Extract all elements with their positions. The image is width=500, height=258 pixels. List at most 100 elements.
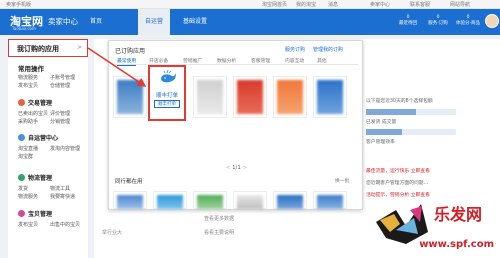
tab-other[interactable]: 其他	[317, 57, 327, 64]
app-tile[interactable]	[273, 191, 307, 209]
common-ops-title: 常用操作	[18, 65, 44, 73]
sidebar-row: 淘宝直播 发淘内容管理	[18, 145, 88, 152]
tab-most-used[interactable]: 最常使用	[117, 57, 137, 66]
progress-bar	[366, 129, 456, 135]
featured-app-button[interactable]: 顺丰打单	[154, 100, 180, 108]
watermark-url: www.spf.com	[419, 239, 494, 250]
sidebar-row: 物流服务 子账号管理	[18, 74, 88, 81]
taobao-logo-sub: Taobao.com	[12, 26, 36, 31]
mobile-seller-link[interactable]: 卖家手机版	[6, 1, 31, 8]
sidebar-row: 发布宝贝 出售中的宝贝	[18, 221, 88, 228]
whale-icon	[161, 70, 176, 83]
tab-content[interactable]: 内容互动	[285, 57, 304, 64]
right-panel-line: 已发货 成交量	[366, 120, 397, 125]
nav-tab-home[interactable]: 首页	[84, 9, 108, 35]
nav-tab-self-operation[interactable]: 自运营	[138, 9, 170, 35]
header-bar: 淘宝网 Taobao.com 卖家中心 首页 自运营 基础设置 0 最近待回 0服…	[0, 9, 500, 35]
app-tile[interactable]	[273, 76, 307, 118]
tab-data-analysis[interactable]: 数据分析	[217, 57, 236, 64]
sidebar-item[interactable]: 物流服务	[18, 193, 50, 200]
section-logistics[interactable]: 物流管理	[28, 173, 52, 182]
manage-subscriptions-link[interactable]: 管理我的订购	[313, 46, 343, 53]
avatar[interactable]	[485, 14, 499, 28]
app-tile[interactable]	[313, 191, 347, 209]
right-panel-line: 客户管理效率	[366, 140, 395, 145]
sidebar-item[interactable]: 物流工具	[50, 185, 82, 192]
sidebar-item[interactable]: 采购助手	[18, 118, 50, 125]
right-promo-line: 您近期客户管理方面的问题...	[366, 181, 429, 186]
stat-experience[interactable]: 0 体验分·商品	[455, 15, 481, 27]
peers-use-title: 同行都在用	[115, 179, 143, 185]
app-tile[interactable]	[193, 76, 227, 118]
logistics-icon	[18, 174, 25, 181]
app-tile[interactable]	[233, 76, 267, 118]
view-more-data-text[interactable]: 查看更多数据	[204, 215, 234, 222]
industry-text: 举行业大	[102, 230, 123, 236]
service-order-link[interactable]: 服务订购	[285, 46, 305, 53]
popup-title: 已订购应用	[115, 48, 146, 55]
sidebar-row: 已卖出的宝贝 评价管理	[18, 110, 88, 117]
stat-service[interactable]: 0 服务·订购	[425, 15, 451, 27]
progress-bar	[366, 109, 456, 115]
my-subscribed-apps-button[interactable]: 我订购的应用 >	[8, 39, 88, 57]
app-tile[interactable]	[113, 191, 147, 209]
sidebar-row: 发货 物流工具	[18, 185, 88, 192]
tab-customer-service[interactable]: 客服管理	[251, 57, 270, 64]
prev-page-icon[interactable]: <	[226, 165, 231, 171]
goods-icon	[18, 210, 25, 217]
nav-tab-basic-settings[interactable]: 基础设置	[176, 9, 214, 35]
sidebar-item[interactable]: 发布宝贝	[18, 221, 50, 228]
next-page-icon[interactable]: >	[243, 165, 248, 171]
subscribed-apps-popup: 已订购应用 服务订购 管理我的订购 最常使用 开店必备 营销推广 数据分析 客服…	[108, 40, 363, 210]
sidebar-item[interactable]: 淘宝群	[18, 153, 50, 160]
section-self-operation[interactable]: 自运营中心	[28, 133, 58, 142]
refresh-batch-link[interactable]: 换一批	[335, 177, 349, 184]
sidebar-row: 发布宝贝 仓储管理	[18, 82, 88, 89]
sidebar-row: 采购助手 分销管理	[18, 118, 88, 125]
site-nav-link[interactable]: 网站导航	[450, 1, 470, 8]
sidebar-item[interactable]: 发布宝贝	[18, 82, 50, 89]
sidebar-item[interactable]: 分销管理	[50, 118, 82, 125]
chevron-right-icon: >	[76, 44, 82, 51]
app-tile[interactable]	[233, 191, 267, 209]
sidebar-item[interactable]: 子账号管理	[50, 74, 82, 81]
sidebar-item[interactable]: 发淘内容管理	[50, 145, 82, 152]
app-category-tabs: 最常使用 开店必备 营销推广 数据分析 客服管理 内容互动 其他	[113, 56, 358, 66]
seller-center-link[interactable]: 卖家中心	[370, 1, 390, 8]
top-utility-bar: 卖家手机版 淘宝网首页 我的淘宝 消息 卖家中心 联系客服 网站导航	[0, 0, 500, 9]
sidebar-item[interactable]: 已卖出的宝贝	[18, 110, 50, 117]
messages-link[interactable]: 消息	[328, 1, 338, 8]
pager: < 1/1 >	[225, 165, 248, 171]
app-tile[interactable]	[113, 76, 147, 118]
trade-icon	[18, 99, 25, 106]
see-notes-text[interactable]: 看看主要说明	[204, 229, 234, 236]
sidebar-item[interactable]: 出售中的宝贝	[50, 221, 82, 228]
featured-app-sf-print[interactable]: 顺丰打单 顺丰打单	[148, 65, 186, 121]
right-promo-line[interactable]: 最佳流量，运行快乐 立即查看	[366, 167, 430, 174]
section-trade[interactable]: 交易管理	[28, 98, 52, 107]
self-operation-icon	[18, 134, 25, 141]
taobao-home-link[interactable]: 淘宝网首页	[262, 1, 287, 8]
featured-app-name: 顺丰打单	[155, 93, 178, 99]
tab-marketing[interactable]: 营销推广	[183, 57, 202, 64]
my-taobao-link[interactable]: 我的淘宝	[296, 1, 316, 8]
sidebar-row: 淘宝群	[18, 153, 88, 160]
sidebar-item[interactable]: 仓储管理	[50, 82, 82, 89]
sidebar-row: 物流服务 我要寄快递	[18, 193, 88, 200]
app-tile[interactable]	[313, 76, 347, 118]
sidebar-item[interactable]: 淘宝直播	[18, 145, 50, 152]
watermark-brand: 乐发网	[434, 205, 482, 224]
sidebar-item[interactable]: 物流服务	[18, 74, 50, 81]
sidebar-item[interactable]: 发货	[18, 185, 50, 192]
sidebar: 我订购的应用 > 常用操作 物流服务 子账号管理 发布宝贝 仓储管理 交易管理 已卖出…	[8, 39, 88, 258]
customer-service-link[interactable]: 联系客服	[410, 1, 430, 8]
app-tile[interactable]	[193, 191, 227, 209]
sidebar-item[interactable]: 我要寄快递	[50, 193, 82, 200]
stat-recent[interactable]: 0 最近待回	[395, 15, 421, 27]
right-panel-line: 以下是您近30天的8个选择包额	[366, 99, 433, 104]
seller-center-title: 卖家中心	[48, 17, 78, 26]
sidebar-item[interactable]: 评价管理	[50, 110, 82, 117]
section-goods[interactable]: 宝贝管理	[28, 209, 52, 218]
tab-shop-essentials[interactable]: 开店必备	[149, 57, 168, 64]
app-tile[interactable]	[153, 191, 187, 209]
